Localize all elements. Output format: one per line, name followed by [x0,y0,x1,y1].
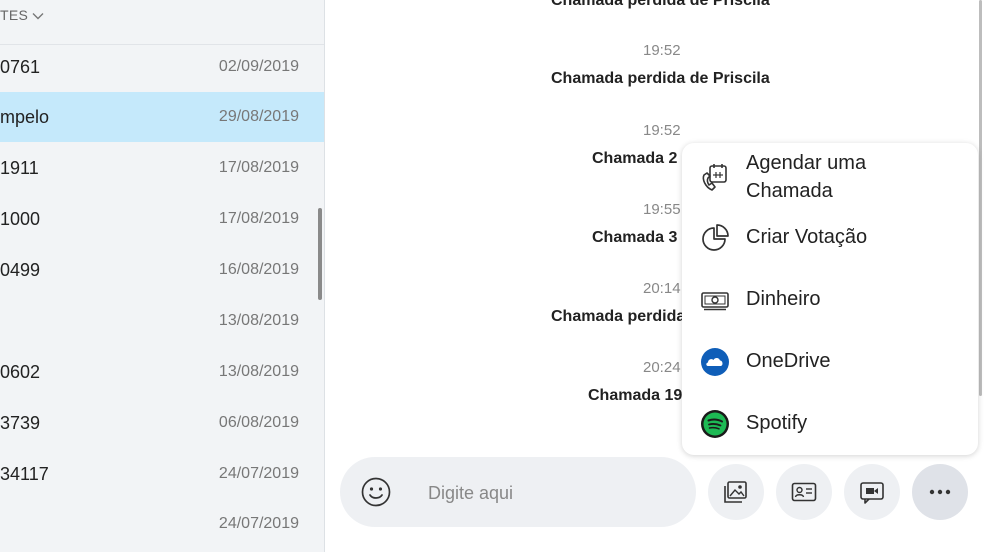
conversation-date: 17/08/2019 [218,210,299,227]
conversation-date: 13/08/2019 [218,363,299,380]
message-text: Chamada perdida de Priscila [551,70,770,87]
chevron-down-icon[interactable] [32,10,44,22]
conversation-row[interactable]: 24/07/2019 [0,499,324,549]
menu-item-label: Criar Votação [746,226,868,248]
conversation-date: 16/08/2019 [218,261,299,278]
menu-item-label: Spotify [746,412,808,434]
message-text: Chamada perdida [551,308,686,325]
conversation-date: 06/08/2019 [218,414,299,431]
menu-item-create-poll[interactable]: Criar Votação [682,215,978,261]
sidebar-sort-label[interactable]: TES [0,7,28,23]
video-message-icon [860,482,884,504]
sidebar-scrollbar[interactable] [318,208,322,300]
message-input[interactable] [426,479,670,507]
contact-card-icon [791,482,817,502]
conversation-name: 34117 [0,464,49,484]
send-contact-button[interactable] [776,464,832,520]
conversation-date: 24/07/2019 [218,465,299,482]
conversation-row[interactable]: 1911 17/08/2019 [0,143,324,193]
conversation-name: 1000 [0,209,41,229]
emoji-icon[interactable] [360,476,392,508]
conversation-row[interactable]: 3739 06/08/2019 [0,398,324,448]
message-composer [340,457,696,527]
chat-scrollbar[interactable] [979,0,982,396]
conversation-name: mpelo [0,107,50,127]
conversation-name: 1911 [0,158,39,178]
message-time: 20:24 [643,359,681,376]
menu-item-spotify[interactable]: Spotify [682,401,978,447]
media-gallery-icon [724,481,747,503]
conversation-name: 3739 [0,413,41,433]
conversation-row[interactable]: 0761 02/09/2019 [0,42,324,92]
message-text: Chamada 2 [592,150,678,167]
conversation-date: 13/08/2019 [218,312,299,329]
conversation-date: 29/08/2019 [218,108,299,125]
conversation-date: 02/09/2019 [218,58,299,75]
spotify-icon [701,410,729,438]
message-time: 19:52 [643,122,681,139]
conversation-date: 24/07/2019 [218,515,299,532]
conversation-row[interactable]: 34117 24/07/2019 [0,449,324,499]
more-options-icon [929,489,951,495]
menu-item-label-line2: Chamada [746,180,833,202]
sidebar-header[interactable]: TES [0,0,324,45]
conversation-name: 0499 [0,260,41,280]
menu-item-onedrive[interactable]: OneDrive [682,339,978,385]
poll-icon [702,224,729,251]
money-icon [701,292,729,311]
conversation-name: 0761 [0,57,41,77]
menu-item-label: OneDrive [746,350,831,372]
message-time: 20:14 [643,280,681,297]
conversation-date: 17/08/2019 [218,159,299,176]
conversation-row[interactable]: 1000 17/08/2019 [0,194,324,244]
message-time: 19:55 [643,201,681,218]
video-message-button[interactable] [844,464,900,520]
conversation-row[interactable]: 13/08/2019 [0,296,324,346]
message-text: Chamada 19 [588,387,683,404]
conversation-row[interactable]: 0499 16/08/2019 [0,245,324,295]
message-text: Chamada perdida de Priscila [551,0,770,9]
more-options-button[interactable] [912,464,968,520]
onedrive-icon [701,348,729,376]
message-time: 19:52 [643,42,681,59]
conversation-row[interactable]: 0602 13/08/2019 [0,347,324,397]
menu-item-money[interactable]: Dinheiro [682,277,978,323]
message-text: Chamada 3 [592,229,678,246]
schedule-call-icon [702,164,727,191]
conversation-name: 0602 [0,362,41,382]
menu-item-label: Dinheiro [746,288,821,310]
more-options-menu: Agendar uma Chamada Criar Votação Dinhei… [682,143,978,455]
menu-item-schedule-call[interactable]: Agendar uma Chamada [682,147,978,209]
conversation-sidebar: TES 0761 02/09/2019 mpelo 29/08/2019 191… [0,0,325,552]
conversation-row-selected[interactable]: mpelo 29/08/2019 [0,92,324,142]
menu-item-label-line1: Agendar uma [746,152,867,174]
media-gallery-button[interactable] [708,464,764,520]
